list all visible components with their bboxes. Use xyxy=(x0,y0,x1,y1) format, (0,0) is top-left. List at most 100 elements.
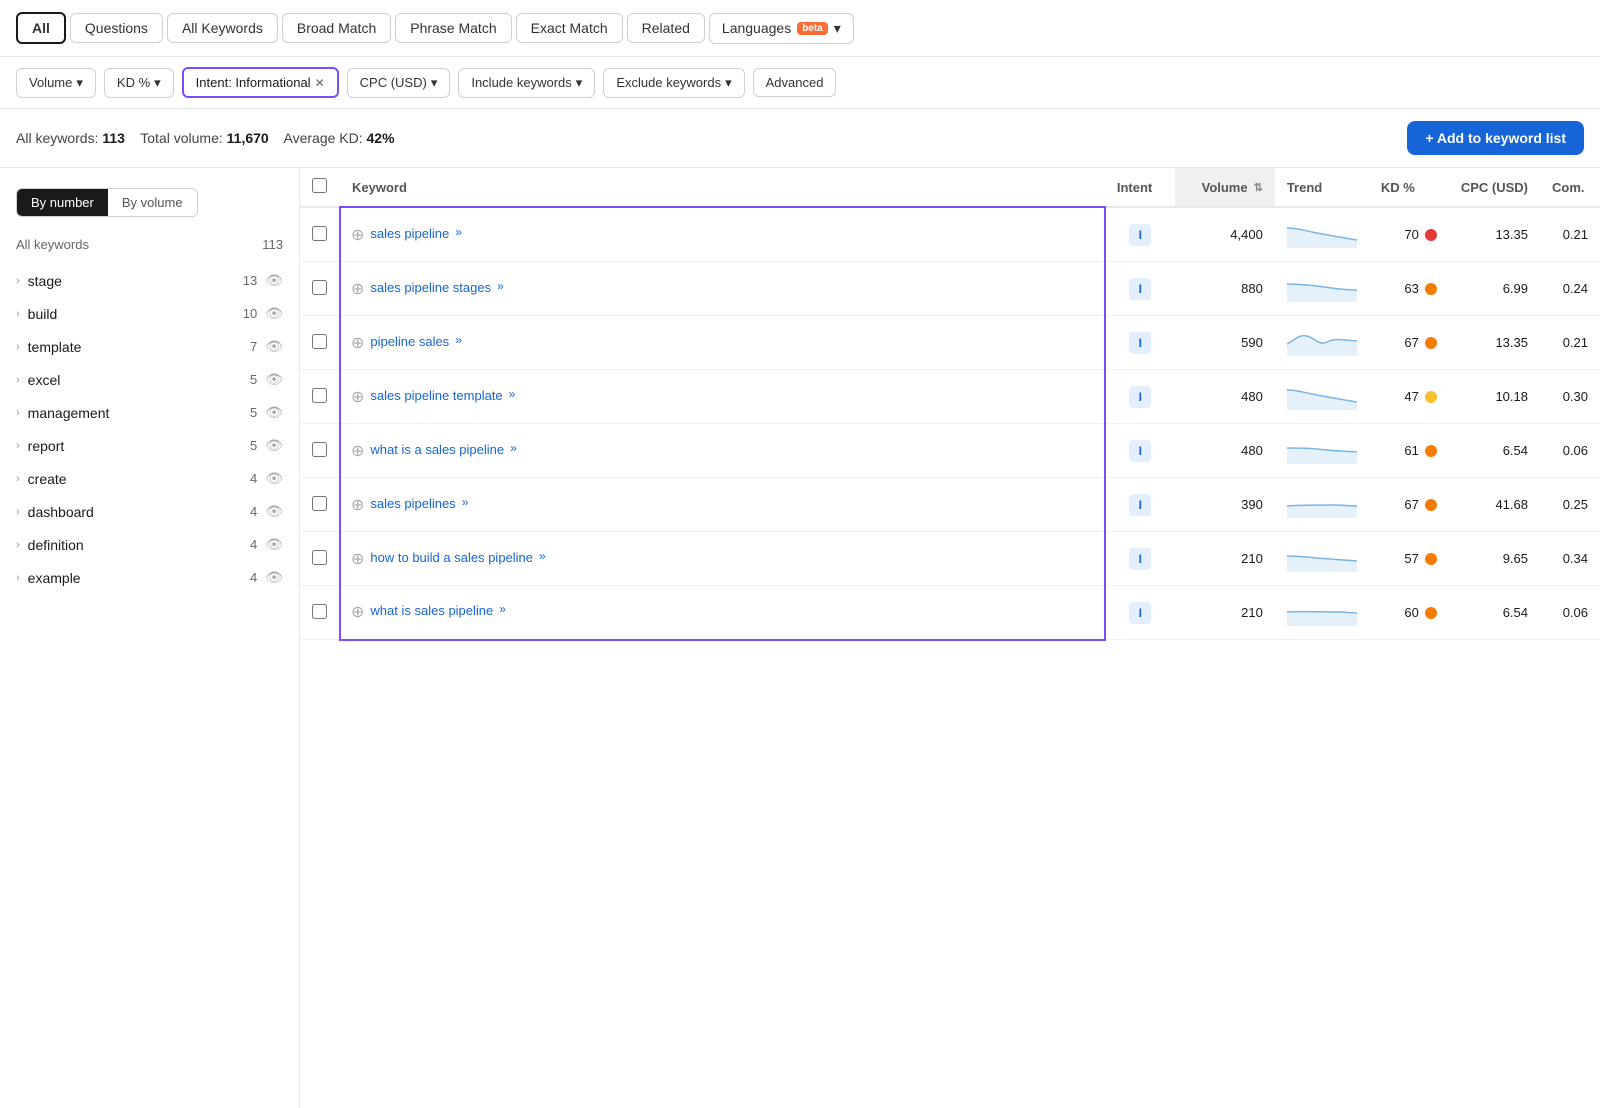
all-keywords-value: 113 xyxy=(102,130,125,146)
sidebar-item[interactable]: › build 10 👁 xyxy=(0,297,299,330)
table-row: ⊕ sales pipeline stages » I 880 63 6.99 … xyxy=(300,262,1600,316)
com-cell: 0.24 xyxy=(1540,262,1600,316)
sidebar-item[interactable]: › create 4 👁 xyxy=(0,462,299,495)
row-checkbox[interactable] xyxy=(312,280,327,295)
chevron-down-icon: ▾ xyxy=(154,75,161,91)
keyword-link[interactable]: sales pipeline template xyxy=(370,387,502,405)
th-cpc[interactable]: CPC (USD) xyxy=(1449,168,1540,207)
add-to-keyword-list-button[interactable]: + Add to keyword list xyxy=(1407,121,1584,155)
plus-icon[interactable]: ⊕ xyxy=(351,225,364,245)
row-checkbox[interactable] xyxy=(312,226,327,241)
sidebar-item-left: › create xyxy=(16,471,67,487)
eye-icon[interactable]: 👁 xyxy=(265,404,283,421)
tab-phrase-match[interactable]: Phrase Match xyxy=(395,13,511,43)
cpc-cell: 41.68 xyxy=(1449,478,1540,532)
sidebar-item-count: 4 xyxy=(250,537,257,552)
languages-dropdown[interactable]: Languages beta ▾ xyxy=(709,13,854,44)
include-keywords-label: Include keywords xyxy=(471,75,571,90)
sidebar-item[interactable]: › management 5 👁 xyxy=(0,396,299,429)
eye-icon[interactable]: 👁 xyxy=(265,536,283,553)
row-checkbox[interactable] xyxy=(312,442,327,457)
exclude-keywords-filter[interactable]: Exclude keywords ▾ xyxy=(603,68,744,98)
expand-arrows-icon[interactable]: » xyxy=(499,602,506,616)
keyword-link[interactable]: how to build a sales pipeline xyxy=(370,549,533,567)
row-checkbox[interactable] xyxy=(312,334,327,349)
sidebar-item-right: 7 👁 xyxy=(250,338,283,355)
sidebar-item[interactable]: › report 5 👁 xyxy=(0,429,299,462)
sidebar-item-right: 10 👁 xyxy=(243,305,283,322)
expand-arrows-icon[interactable]: » xyxy=(455,225,462,239)
expand-arrows-icon[interactable]: » xyxy=(462,495,469,509)
eye-icon[interactable]: 👁 xyxy=(265,338,283,355)
expand-arrows-icon[interactable]: » xyxy=(509,387,516,401)
th-com[interactable]: Com. xyxy=(1540,168,1600,207)
content-area: Keyword Intent Volume ⇅ Trend xyxy=(300,168,1600,1108)
view-by-volume-button[interactable]: By volume xyxy=(108,189,197,216)
eye-icon[interactable]: 👁 xyxy=(265,503,283,520)
expand-arrows-icon[interactable]: » xyxy=(510,441,517,455)
total-volume-label: Total volume: xyxy=(140,130,222,146)
sidebar-item[interactable]: › definition 4 👁 xyxy=(0,528,299,561)
kd-value: 47 xyxy=(1404,389,1418,404)
plus-icon[interactable]: ⊕ xyxy=(351,441,364,461)
kd-filter[interactable]: KD % ▾ xyxy=(104,68,174,98)
row-checkbox[interactable] xyxy=(312,604,327,619)
row-checkbox[interactable] xyxy=(312,496,327,511)
eye-icon[interactable]: 👁 xyxy=(265,272,283,289)
intent-badge: I xyxy=(1129,332,1151,354)
advanced-filter[interactable]: Advanced xyxy=(753,68,837,97)
kd-dot xyxy=(1425,607,1437,619)
plus-icon[interactable]: ⊕ xyxy=(351,549,364,569)
plus-icon[interactable]: ⊕ xyxy=(351,495,364,515)
tab-related[interactable]: Related xyxy=(627,13,705,43)
row-checkbox[interactable] xyxy=(312,388,327,403)
th-kd[interactable]: KD % xyxy=(1369,168,1449,207)
plus-icon[interactable]: ⊕ xyxy=(351,387,364,407)
tab-questions[interactable]: Questions xyxy=(70,13,163,43)
eye-icon[interactable]: 👁 xyxy=(265,371,283,388)
keyword-link[interactable]: what is sales pipeline xyxy=(370,602,493,620)
chevron-right-icon: › xyxy=(16,374,20,386)
volume-cell: 4,400 xyxy=(1175,207,1275,262)
sidebar-item[interactable]: › excel 5 👁 xyxy=(0,363,299,396)
sidebar-item-left: › management xyxy=(16,405,109,421)
th-volume[interactable]: Volume ⇅ xyxy=(1175,168,1275,207)
select-all-checkbox[interactable] xyxy=(312,178,327,193)
close-icon[interactable]: ✕ xyxy=(315,76,325,90)
expand-arrows-icon[interactable]: » xyxy=(455,333,462,347)
keyword-link[interactable]: sales pipeline stages xyxy=(370,279,491,297)
plus-icon[interactable]: ⊕ xyxy=(351,279,364,299)
tab-exact-match[interactable]: Exact Match xyxy=(516,13,623,43)
kd-cell: 63 xyxy=(1369,262,1449,316)
view-by-number-button[interactable]: By number xyxy=(17,189,108,216)
expand-arrows-icon[interactable]: » xyxy=(539,549,546,563)
tab-all-keywords[interactable]: All Keywords xyxy=(167,13,278,43)
chevron-right-icon: › xyxy=(16,275,20,287)
keyword-link[interactable]: sales pipelines xyxy=(370,495,455,513)
sidebar-item[interactable]: › dashboard 4 👁 xyxy=(0,495,299,528)
eye-icon[interactable]: 👁 xyxy=(265,569,283,586)
trend-cell xyxy=(1275,207,1369,262)
eye-icon[interactable]: 👁 xyxy=(265,305,283,322)
plus-icon[interactable]: ⊕ xyxy=(351,333,364,353)
keyword-link[interactable]: sales pipeline xyxy=(370,225,449,243)
keyword-link[interactable]: pipeline sales xyxy=(370,333,449,351)
sidebar-item[interactable]: › stage 13 👁 xyxy=(0,264,299,297)
sidebar-item[interactable]: › example 4 👁 xyxy=(0,561,299,594)
cpc-filter[interactable]: CPC (USD) ▾ xyxy=(347,68,451,98)
tab-all[interactable]: All xyxy=(16,12,66,44)
keyword-link[interactable]: what is a sales pipeline xyxy=(370,441,504,459)
intent-cell: I xyxy=(1105,586,1175,640)
trend-cell xyxy=(1275,424,1369,478)
include-keywords-filter[interactable]: Include keywords ▾ xyxy=(458,68,595,98)
eye-icon[interactable]: 👁 xyxy=(265,437,283,454)
eye-icon[interactable]: 👁 xyxy=(265,470,283,487)
expand-arrows-icon[interactable]: » xyxy=(497,279,504,293)
kd-value: 67 xyxy=(1404,497,1418,512)
volume-filter[interactable]: Volume ▾ xyxy=(16,68,96,98)
tab-broad-match[interactable]: Broad Match xyxy=(282,13,391,43)
sidebar-item[interactable]: › template 7 👁 xyxy=(0,330,299,363)
plus-icon[interactable]: ⊕ xyxy=(351,602,364,622)
intent-filter[interactable]: Intent: Informational ✕ xyxy=(182,67,339,98)
row-checkbox[interactable] xyxy=(312,550,327,565)
